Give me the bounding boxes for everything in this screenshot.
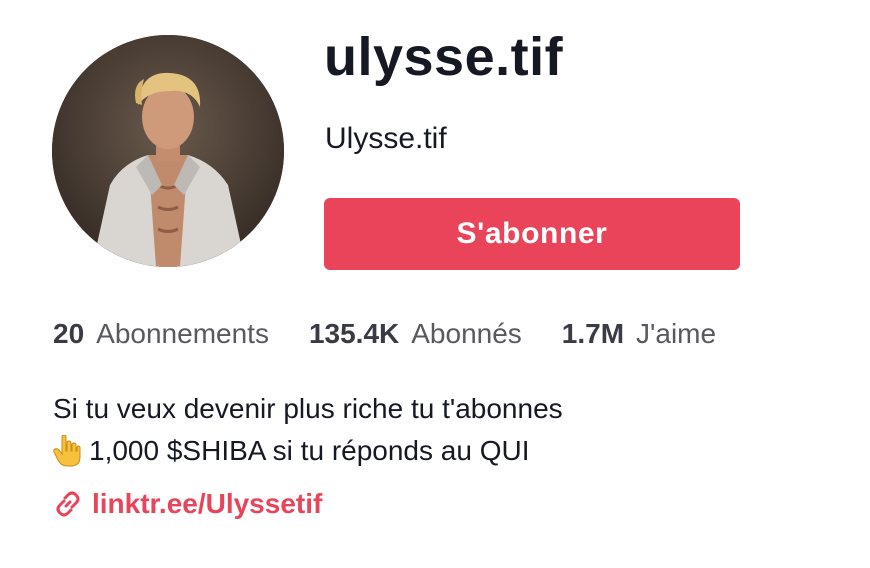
bio-line-1-text: Si tu veux devenir plus riche tu t'abonn… bbox=[53, 393, 563, 424]
stat-following-label: Abonnements bbox=[96, 318, 269, 349]
username: ulysse.tif bbox=[324, 27, 564, 87]
stat-likes: 1.7M J'aime bbox=[562, 318, 716, 350]
profile-stats: 20 Abonnements 135.4K Abonnés 1.7M J'aim… bbox=[53, 318, 716, 358]
link-icon bbox=[53, 489, 83, 519]
stat-followers[interactable]: 135.4K Abonnés bbox=[309, 318, 522, 350]
bio: Si tu veux devenir plus riche tu t'abonn… bbox=[53, 388, 563, 472]
stat-followers-label: Abonnés bbox=[411, 318, 522, 349]
avatar-photo bbox=[52, 35, 284, 267]
bio-line-2: 1,000 $SHIBA si tu réponds au QUI bbox=[53, 430, 563, 472]
profile-header: ulysse.tif Ulysse.tif S'abonner 20 Abonn… bbox=[0, 0, 870, 568]
bio-line-2-text: 1,000 $SHIBA si tu réponds au QUI bbox=[89, 435, 530, 466]
bio-link-text: linktr.ee/Ulyssetif bbox=[92, 488, 323, 519]
stat-following-count: 20 bbox=[53, 318, 85, 349]
stat-likes-count: 1.7M bbox=[561, 318, 625, 349]
stat-followers-count: 135.4K bbox=[308, 318, 400, 349]
bio-line-1: Si tu veux devenir plus riche tu t'abonn… bbox=[53, 388, 563, 430]
bio-link[interactable]: linktr.ee/Ulyssetif bbox=[53, 488, 322, 520]
stat-likes-label: J'aime bbox=[636, 318, 717, 349]
display-name: Ulysse.tif bbox=[325, 122, 447, 155]
pointing-down-hand-icon bbox=[53, 434, 81, 467]
follow-button[interactable]: S'abonner bbox=[324, 198, 740, 270]
avatar[interactable] bbox=[52, 35, 284, 267]
stat-following[interactable]: 20 Abonnements bbox=[53, 318, 269, 350]
